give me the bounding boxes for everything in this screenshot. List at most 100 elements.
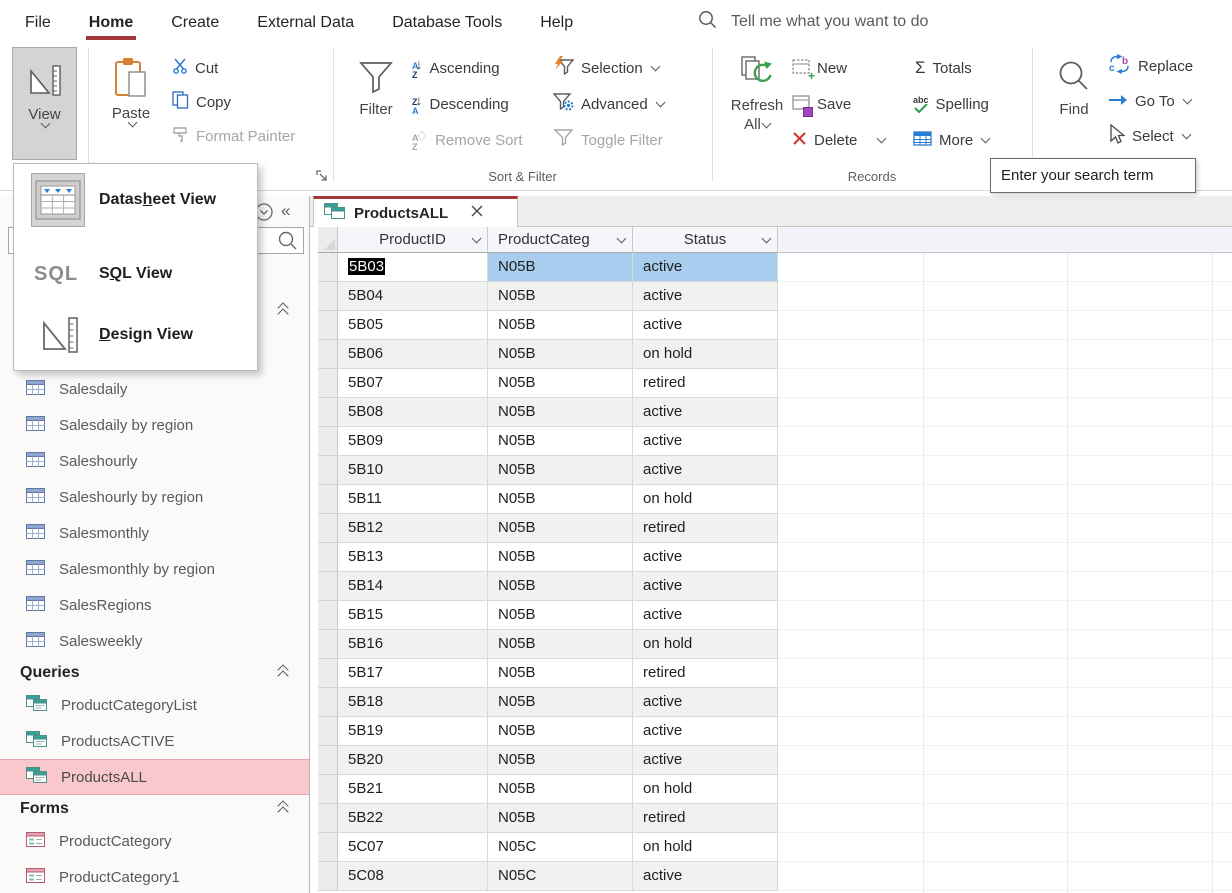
sidebar-item-productsall[interactable]: ProductsALL: [0, 759, 309, 795]
cell-productcategory[interactable]: N05B: [488, 340, 633, 369]
row-selector[interactable]: [318, 688, 338, 717]
selection-button[interactable]: Selection: [553, 54, 659, 82]
tab-file[interactable]: File: [22, 8, 54, 40]
cell-status[interactable]: active: [633, 398, 778, 427]
cell-productid[interactable]: 5B21: [338, 775, 488, 804]
select-all-corner[interactable]: [318, 227, 338, 253]
cell-status[interactable]: on hold: [633, 630, 778, 659]
descending-button[interactable]: ZA↓ Descending: [412, 90, 509, 118]
cell-productcategory[interactable]: N05B: [488, 659, 633, 688]
tab-create[interactable]: Create: [168, 8, 222, 40]
sidebar-item-saleshourly[interactable]: Saleshourly: [0, 443, 309, 479]
cell-productid[interactable]: 5B19: [338, 717, 488, 746]
cell-productid[interactable]: 5B13: [338, 543, 488, 572]
collapse-group-icon[interactable]: [279, 305, 287, 317]
cut-button[interactable]: Cut: [172, 54, 218, 82]
cell-productid[interactable]: 5B20: [338, 746, 488, 775]
row-selector[interactable]: [318, 601, 338, 630]
row-selector[interactable]: [318, 659, 338, 688]
cell-productcategory[interactable]: N05B: [488, 688, 633, 717]
cell-status[interactable]: retired: [633, 804, 778, 833]
row-selector[interactable]: [318, 282, 338, 311]
cell-status[interactable]: active: [633, 572, 778, 601]
cell-productcategory[interactable]: N05B: [488, 398, 633, 427]
sidebar-item-productsactive[interactable]: ProductsACTIVE: [0, 723, 309, 759]
row-selector[interactable]: [318, 340, 338, 369]
totals-button[interactable]: Σ Totals: [915, 54, 972, 82]
row-selector[interactable]: [318, 746, 338, 775]
cell-productid[interactable]: 5B07: [338, 369, 488, 398]
row-selector[interactable]: [318, 804, 338, 833]
column-header-productcategory[interactable]: ProductCateg: [488, 227, 633, 253]
cell-status[interactable]: active: [633, 311, 778, 340]
cell-productid[interactable]: 5B14: [338, 572, 488, 601]
sidebar-item-salesdaily[interactable]: Salesdaily: [0, 371, 309, 407]
cell-productcategory[interactable]: N05B: [488, 427, 633, 456]
tell-me-search[interactable]: Tell me what you want to do: [698, 10, 928, 34]
menu-item-sql-view[interactable]: SQL SQL View: [14, 254, 257, 294]
remove-sort-button[interactable]: AZ♢ Remove Sort: [412, 126, 523, 154]
cell-productid[interactable]: 5B10: [338, 456, 488, 485]
row-selector[interactable]: [318, 543, 338, 572]
format-painter-button[interactable]: Format Painter: [172, 122, 295, 150]
cell-status[interactable]: active: [633, 427, 778, 456]
filter-dropdown-icon[interactable]: [472, 234, 482, 244]
collapse-group-icon[interactable]: [279, 667, 287, 679]
view-button[interactable]: View: [12, 47, 77, 160]
cell-productid[interactable]: 5C08: [338, 862, 488, 891]
sidebar-item-salesregions[interactable]: SalesRegions: [0, 587, 309, 623]
row-selector[interactable]: [318, 775, 338, 804]
cell-productcategory[interactable]: N05B: [488, 746, 633, 775]
tab-external-data[interactable]: External Data: [254, 8, 357, 40]
tab-database-tools[interactable]: Database Tools: [389, 8, 505, 40]
sidebar-item-productcategorylist[interactable]: ProductCategoryList: [0, 687, 309, 723]
cell-productcategory[interactable]: N05B: [488, 514, 633, 543]
row-selector[interactable]: [318, 456, 338, 485]
cell-status[interactable]: active: [633, 688, 778, 717]
filter-dropdown-icon[interactable]: [762, 234, 772, 244]
cell-productcategory[interactable]: N05B: [488, 282, 633, 311]
toggle-filter-button[interactable]: Toggle Filter: [553, 126, 663, 154]
row-selector[interactable]: [318, 398, 338, 427]
forms-section-header[interactable]: Forms: [0, 795, 309, 823]
new-record-button[interactable]: + New: [792, 54, 847, 82]
advanced-button[interactable]: Advanced: [553, 90, 664, 118]
row-selector[interactable]: [318, 572, 338, 601]
cell-status[interactable]: on hold: [633, 775, 778, 804]
sidebar-item-salesweekly[interactable]: Salesweekly: [0, 623, 309, 659]
cell-status[interactable]: on hold: [633, 340, 778, 369]
cell-productcategory[interactable]: N05B: [488, 369, 633, 398]
save-record-button[interactable]: Save: [792, 90, 851, 118]
row-selector[interactable]: [318, 717, 338, 746]
cell-productid[interactable]: 5B04: [338, 282, 488, 311]
sidebar-item-salesmonthly[interactable]: Salesmonthly: [0, 515, 309, 551]
dialog-launcher-icon[interactable]: [316, 170, 329, 183]
cell-productid[interactable]: 5B05: [338, 311, 488, 340]
column-header-productid[interactable]: ProductID: [338, 227, 488, 253]
document-tab-productsall[interactable]: ProductsALL: [313, 196, 518, 227]
cell-status[interactable]: active: [633, 543, 778, 572]
replace-button[interactable]: bc Replace: [1108, 52, 1193, 80]
cell-productcategory[interactable]: N05B: [488, 804, 633, 833]
cell-productcategory[interactable]: N05C: [488, 833, 633, 862]
cell-productid[interactable]: 5B09: [338, 427, 488, 456]
spelling-button[interactable]: abc Spelling: [913, 90, 989, 118]
menu-item-datasheet-view[interactable]: Datasheet View: [14, 172, 257, 228]
cell-status[interactable]: retired: [633, 369, 778, 398]
tab-help[interactable]: Help: [537, 8, 576, 40]
sidebar-item-saleshourly-by-region[interactable]: Saleshourly by region: [0, 479, 309, 515]
row-selector[interactable]: [318, 427, 338, 456]
cell-productid[interactable]: 5B11: [338, 485, 488, 514]
cell-productcategory[interactable]: N05B: [488, 485, 633, 514]
cell-productid[interactable]: 5B15: [338, 601, 488, 630]
cell-productcategory[interactable]: N05B: [488, 572, 633, 601]
row-selector[interactable]: [318, 514, 338, 543]
delete-record-button[interactable]: Delete: [792, 126, 885, 154]
filter-button[interactable]: Filter: [350, 47, 402, 172]
cell-status[interactable]: active: [633, 601, 778, 630]
queries-section-header[interactable]: Queries: [0, 659, 309, 687]
tab-home[interactable]: Home: [86, 8, 136, 40]
find-button[interactable]: Find: [1048, 47, 1100, 172]
cell-status[interactable]: active: [633, 456, 778, 485]
cell-status[interactable]: active: [633, 717, 778, 746]
